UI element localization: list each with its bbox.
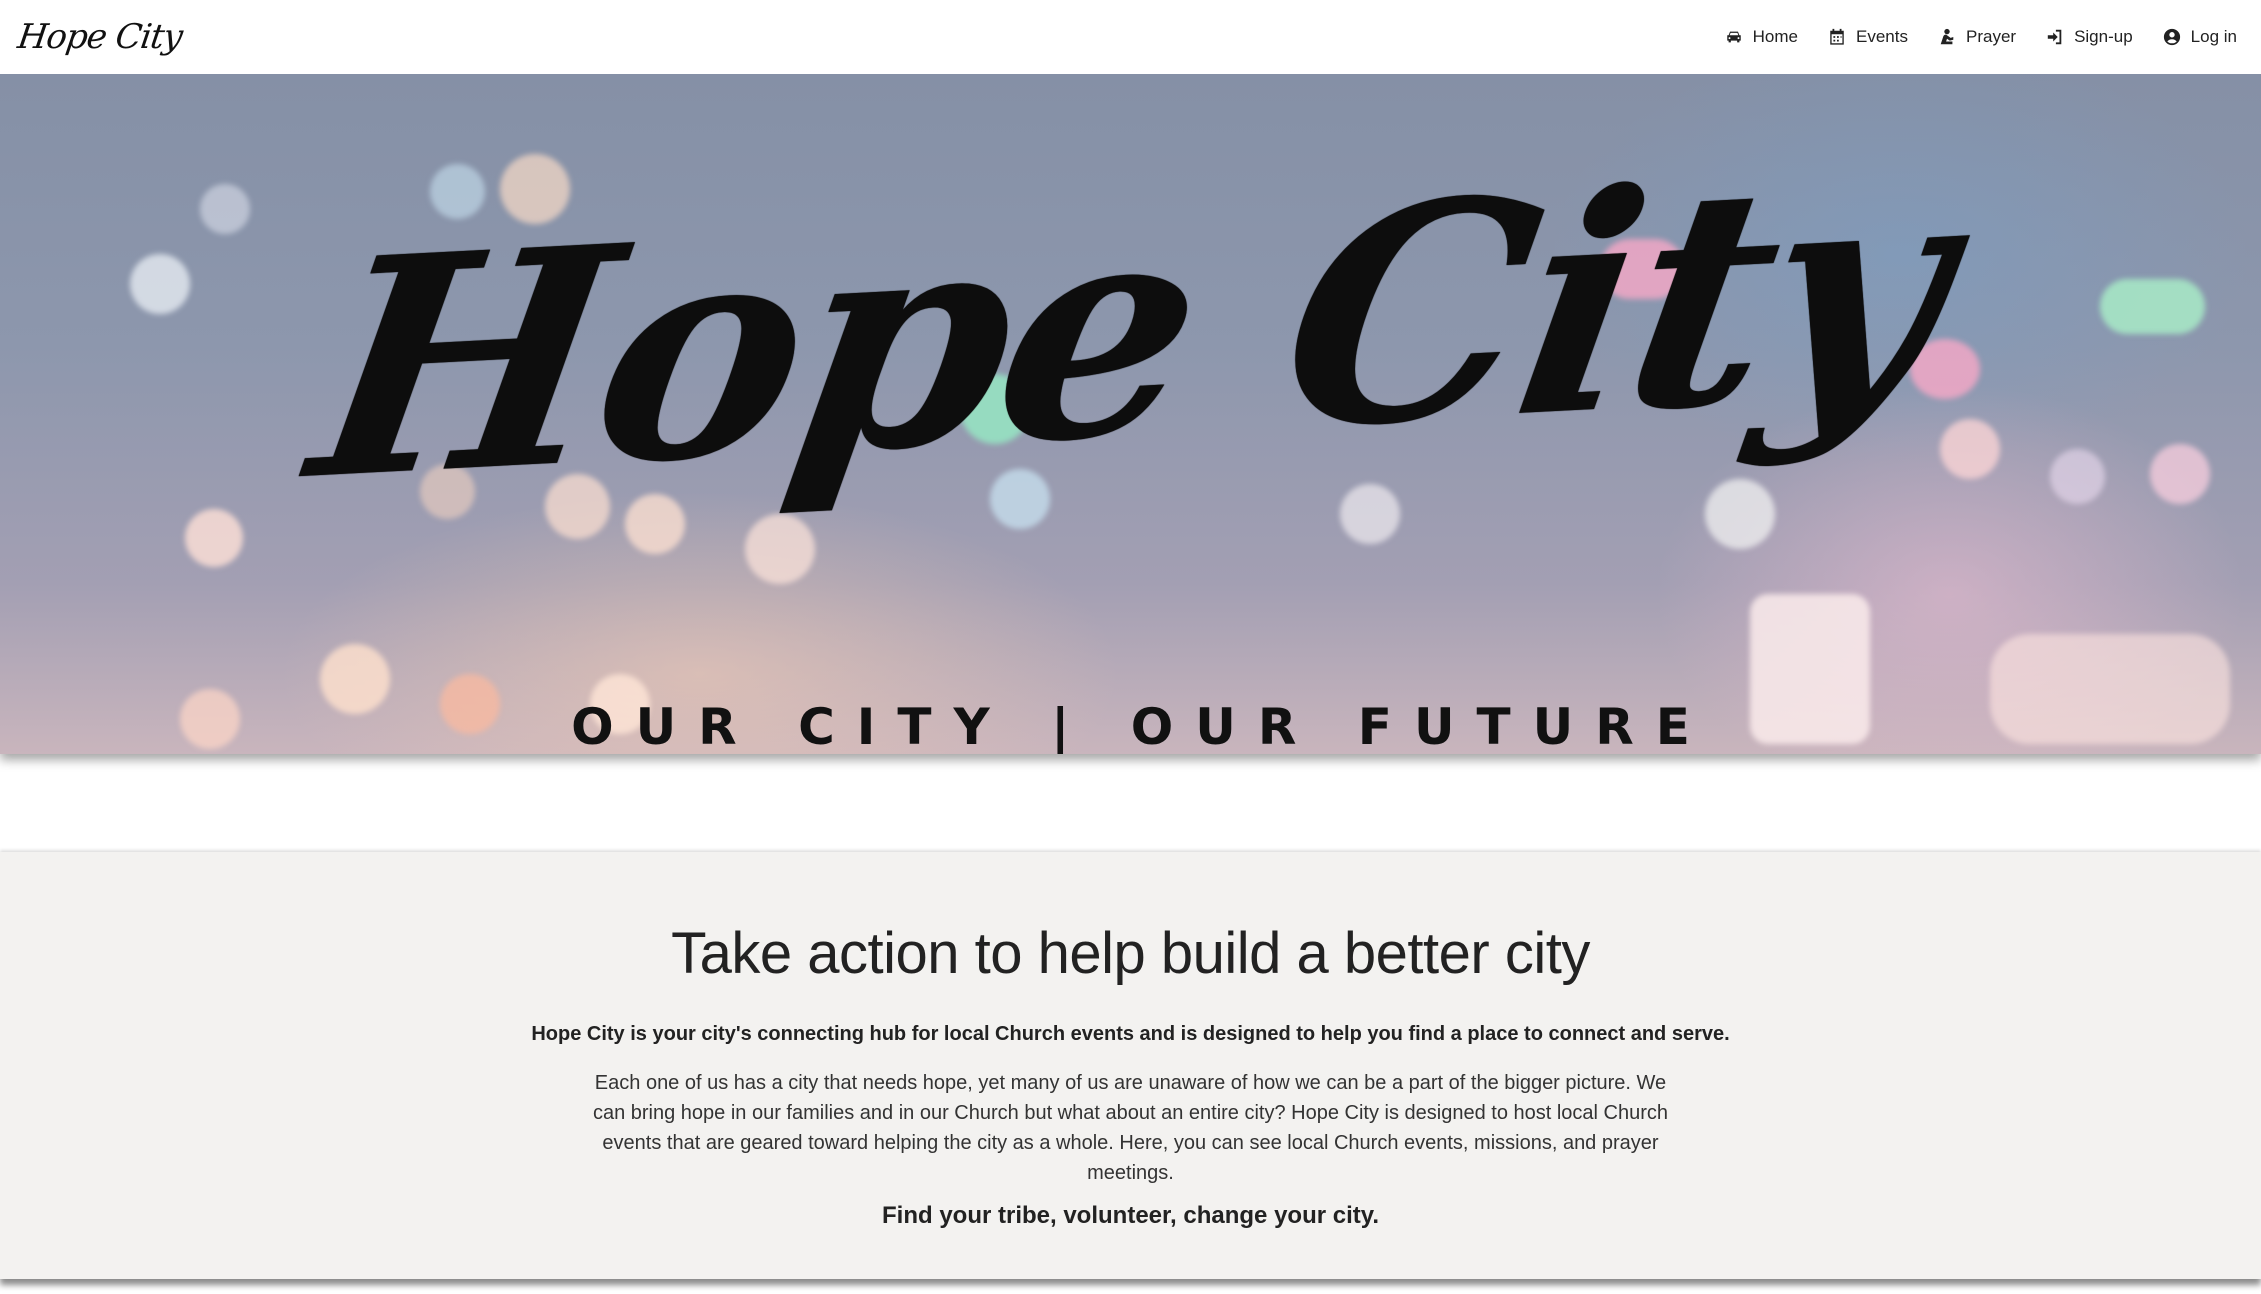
hero-tagline: OUR CITY | OUR FUTURE <box>571 698 1712 754</box>
nav-item-label: Events <box>1856 27 1908 46</box>
about-section: Take action to help build a better city … <box>0 852 2261 1279</box>
hero-title: Hope City <box>294 110 1967 547</box>
lead-text: Hope City is your city's connecting hub … <box>531 1023 1730 1045</box>
sign-in-icon <box>2047 29 2062 45</box>
car-icon <box>1726 31 1741 43</box>
brand-logo[interactable]: Hope City <box>15 17 184 57</box>
body-text: Each one of us has a city that needs hop… <box>592 1072 1669 1184</box>
hero-banner: Hope City OUR CITY | OUR FUTURE <box>0 74 2261 754</box>
nav-item-label: Prayer <box>1965 27 2017 46</box>
nav-item-label: Log in <box>2190 27 2237 46</box>
section-heading: Take action to help build a better city <box>671 921 1590 986</box>
user-circle-icon <box>2163 28 2180 46</box>
main-nav: Home Events Prayer Sign-up Log in <box>1725 27 2237 47</box>
nav-item-label: Home <box>1752 27 1798 46</box>
nav-item-home[interactable]: Home <box>1725 27 1798 47</box>
calendar-icon <box>1830 28 1844 45</box>
nav-item-login[interactable]: Log in <box>2163 27 2237 47</box>
nav-item-label: Sign-up <box>2074 27 2133 46</box>
cta-text: Find your tribe, volunteer, change your … <box>882 1202 1379 1229</box>
nav-item-signup[interactable]: Sign-up <box>2046 27 2133 47</box>
navbar: Hope City Home Events Prayer Sign-up Log… <box>0 0 2261 74</box>
nav-item-prayer[interactable]: Prayer <box>1938 27 2016 47</box>
nav-item-events[interactable]: Events <box>1828 27 1908 47</box>
praying-hands-icon <box>1940 28 1954 45</box>
